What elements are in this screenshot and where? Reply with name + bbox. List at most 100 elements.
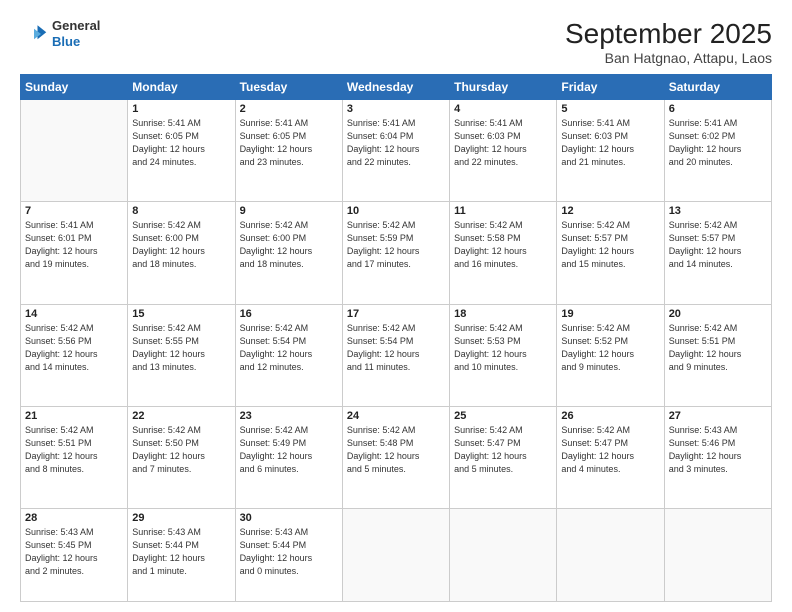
header: General Blue September 2025 Ban Hatgnao,…: [20, 18, 772, 66]
day-info: Sunrise: 5:41 AMSunset: 6:02 PMDaylight:…: [669, 117, 767, 169]
day-info: Sunrise: 5:43 AMSunset: 5:45 PMDaylight:…: [25, 526, 123, 578]
day-number: 23: [240, 410, 338, 422]
calendar-cell: 1 Sunrise: 5:41 AMSunset: 6:05 PMDaylight…: [128, 100, 235, 202]
calendar-cell: 5 Sunrise: 5:41 AMSunset: 6:03 PMDaylight…: [557, 100, 664, 202]
day-number: 7: [25, 205, 123, 217]
day-number: 19: [561, 308, 659, 320]
day-info: Sunrise: 5:43 AMSunset: 5:44 PMDaylight:…: [132, 526, 230, 578]
logo-blue: Blue: [52, 34, 100, 50]
calendar-cell: [557, 509, 664, 602]
subtitle: Ban Hatgnao, Attapu, Laos: [565, 50, 772, 66]
weekday-header-sunday: Sunday: [21, 75, 128, 100]
day-number: 2: [240, 103, 338, 115]
weekday-header-friday: Friday: [557, 75, 664, 100]
calendar-cell: 18 Sunrise: 5:42 AMSunset: 5:53 PMDayligh…: [450, 304, 557, 406]
day-info: Sunrise: 5:42 AMSunset: 5:52 PMDaylight:…: [561, 322, 659, 374]
day-number: 3: [347, 103, 445, 115]
day-info: Sunrise: 5:41 AMSunset: 6:04 PMDaylight:…: [347, 117, 445, 169]
day-info: Sunrise: 5:42 AMSunset: 5:59 PMDaylight:…: [347, 219, 445, 271]
day-info: Sunrise: 5:42 AMSunset: 5:51 PMDaylight:…: [669, 322, 767, 374]
calendar-cell: 20Sunrise: 5:42 AMSunset: 5:51 PMDayligh…: [664, 304, 771, 406]
day-number: 12: [561, 205, 659, 217]
calendar-cell: 7 Sunrise: 5:41 AMSunset: 6:01 PMDaylight…: [21, 202, 128, 304]
calendar-cell: 29 Sunrise: 5:43 AMSunset: 5:44 PMDayligh…: [128, 509, 235, 602]
day-info: Sunrise: 5:42 AMSunset: 5:58 PMDaylight:…: [454, 219, 552, 271]
day-number: 14: [25, 308, 123, 320]
day-number: 29: [132, 512, 230, 524]
day-info: Sunrise: 5:42 AMSunset: 5:49 PMDaylight:…: [240, 424, 338, 476]
calendar-cell: 2 Sunrise: 5:41 AMSunset: 6:05 PMDaylight…: [235, 100, 342, 202]
day-info: Sunrise: 5:41 AMSunset: 6:03 PMDaylight:…: [454, 117, 552, 169]
day-info: Sunrise: 5:41 AMSunset: 6:01 PMDaylight:…: [25, 219, 123, 271]
day-info: Sunrise: 5:42 AMSunset: 5:53 PMDaylight:…: [454, 322, 552, 374]
calendar-cell: [664, 509, 771, 602]
day-number: 9: [240, 205, 338, 217]
day-info: Sunrise: 5:42 AMSunset: 6:00 PMDaylight:…: [132, 219, 230, 271]
calendar-cell: 10 Sunrise: 5:42 AMSunset: 5:59 PMDayligh…: [342, 202, 449, 304]
logo-icon: [20, 20, 48, 48]
day-number: 1: [132, 103, 230, 115]
calendar-cell: 6Sunrise: 5:41 AMSunset: 6:02 PMDaylight…: [664, 100, 771, 202]
calendar-week-row: 21 Sunrise: 5:42 AMSunset: 5:51 PMDayligh…: [21, 406, 772, 508]
calendar-cell: 8 Sunrise: 5:42 AMSunset: 6:00 PMDaylight…: [128, 202, 235, 304]
calendar-header-row: SundayMondayTuesdayWednesdayThursdayFrid…: [21, 75, 772, 100]
day-number: 8: [132, 205, 230, 217]
calendar-cell: 25 Sunrise: 5:42 AMSunset: 5:47 PMDayligh…: [450, 406, 557, 508]
day-info: Sunrise: 5:43 AMSunset: 5:44 PMDaylight:…: [240, 526, 338, 578]
day-number: 28: [25, 512, 123, 524]
calendar-cell: 26 Sunrise: 5:42 AMSunset: 5:47 PMDayligh…: [557, 406, 664, 508]
day-info: Sunrise: 5:42 AMSunset: 5:57 PMDaylight:…: [561, 219, 659, 271]
day-number: 26: [561, 410, 659, 422]
day-number: 15: [132, 308, 230, 320]
calendar-cell: 23 Sunrise: 5:42 AMSunset: 5:49 PMDayligh…: [235, 406, 342, 508]
day-info: Sunrise: 5:41 AMSunset: 6:05 PMDaylight:…: [240, 117, 338, 169]
calendar-cell: 27 Sunrise: 5:43 AMSunset: 5:46 PMDayligh…: [664, 406, 771, 508]
logo: General Blue: [20, 18, 100, 49]
calendar-cell: 15 Sunrise: 5:42 AMSunset: 5:55 PMDayligh…: [128, 304, 235, 406]
day-number: 27: [669, 410, 767, 422]
weekday-header-monday: Monday: [128, 75, 235, 100]
day-number: 5: [561, 103, 659, 115]
day-number: 24: [347, 410, 445, 422]
day-info: Sunrise: 5:42 AMSunset: 5:47 PMDaylight:…: [561, 424, 659, 476]
calendar-cell: 22Sunrise: 5:42 AMSunset: 5:50 PMDayligh…: [128, 406, 235, 508]
day-number: 4: [454, 103, 552, 115]
calendar-cell: 12 Sunrise: 5:42 AMSunset: 5:57 PMDayligh…: [557, 202, 664, 304]
day-info: Sunrise: 5:42 AMSunset: 5:54 PMDaylight:…: [240, 322, 338, 374]
calendar-cell: 11 Sunrise: 5:42 AMSunset: 5:58 PMDayligh…: [450, 202, 557, 304]
day-number: 25: [454, 410, 552, 422]
calendar-cell: 14 Sunrise: 5:42 AMSunset: 5:56 PMDayligh…: [21, 304, 128, 406]
day-number: 16: [240, 308, 338, 320]
weekday-header-tuesday: Tuesday: [235, 75, 342, 100]
calendar-week-row: 14 Sunrise: 5:42 AMSunset: 5:56 PMDayligh…: [21, 304, 772, 406]
day-number: 18: [454, 308, 552, 320]
calendar-cell: 19 Sunrise: 5:42 AMSunset: 5:52 PMDayligh…: [557, 304, 664, 406]
day-info: Sunrise: 5:41 AMSunset: 6:03 PMDaylight:…: [561, 117, 659, 169]
calendar-cell: 13Sunrise: 5:42 AMSunset: 5:57 PMDayligh…: [664, 202, 771, 304]
day-number: 10: [347, 205, 445, 217]
calendar-week-row: 7 Sunrise: 5:41 AMSunset: 6:01 PMDaylight…: [21, 202, 772, 304]
day-number: 21: [25, 410, 123, 422]
calendar-cell: [342, 509, 449, 602]
calendar-week-row: 1 Sunrise: 5:41 AMSunset: 6:05 PMDaylight…: [21, 100, 772, 202]
day-info: Sunrise: 5:42 AMSunset: 5:48 PMDaylight:…: [347, 424, 445, 476]
day-number: 17: [347, 308, 445, 320]
day-number: 13: [669, 205, 767, 217]
day-number: 30: [240, 512, 338, 524]
weekday-header-saturday: Saturday: [664, 75, 771, 100]
calendar-cell: 28 Sunrise: 5:43 AMSunset: 5:45 PMDayligh…: [21, 509, 128, 602]
day-info: Sunrise: 5:42 AMSunset: 5:56 PMDaylight:…: [25, 322, 123, 374]
month-title: September 2025: [565, 18, 772, 50]
day-info: Sunrise: 5:43 AMSunset: 5:46 PMDaylight:…: [669, 424, 767, 476]
day-info: Sunrise: 5:42 AMSunset: 5:51 PMDaylight:…: [25, 424, 123, 476]
calendar-cell: 16 Sunrise: 5:42 AMSunset: 5:54 PMDayligh…: [235, 304, 342, 406]
day-info: Sunrise: 5:41 AMSunset: 6:05 PMDaylight:…: [132, 117, 230, 169]
day-number: 11: [454, 205, 552, 217]
day-number: 22: [132, 410, 230, 422]
day-info: Sunrise: 5:42 AMSunset: 5:47 PMDaylight:…: [454, 424, 552, 476]
day-info: Sunrise: 5:42 AMSunset: 6:00 PMDaylight:…: [240, 219, 338, 271]
calendar-cell: 17Sunrise: 5:42 AMSunset: 5:54 PMDayligh…: [342, 304, 449, 406]
day-info: Sunrise: 5:42 AMSunset: 5:55 PMDaylight:…: [132, 322, 230, 374]
calendar-cell: 30 Sunrise: 5:43 AMSunset: 5:44 PMDayligh…: [235, 509, 342, 602]
logo-general: General: [52, 18, 100, 34]
